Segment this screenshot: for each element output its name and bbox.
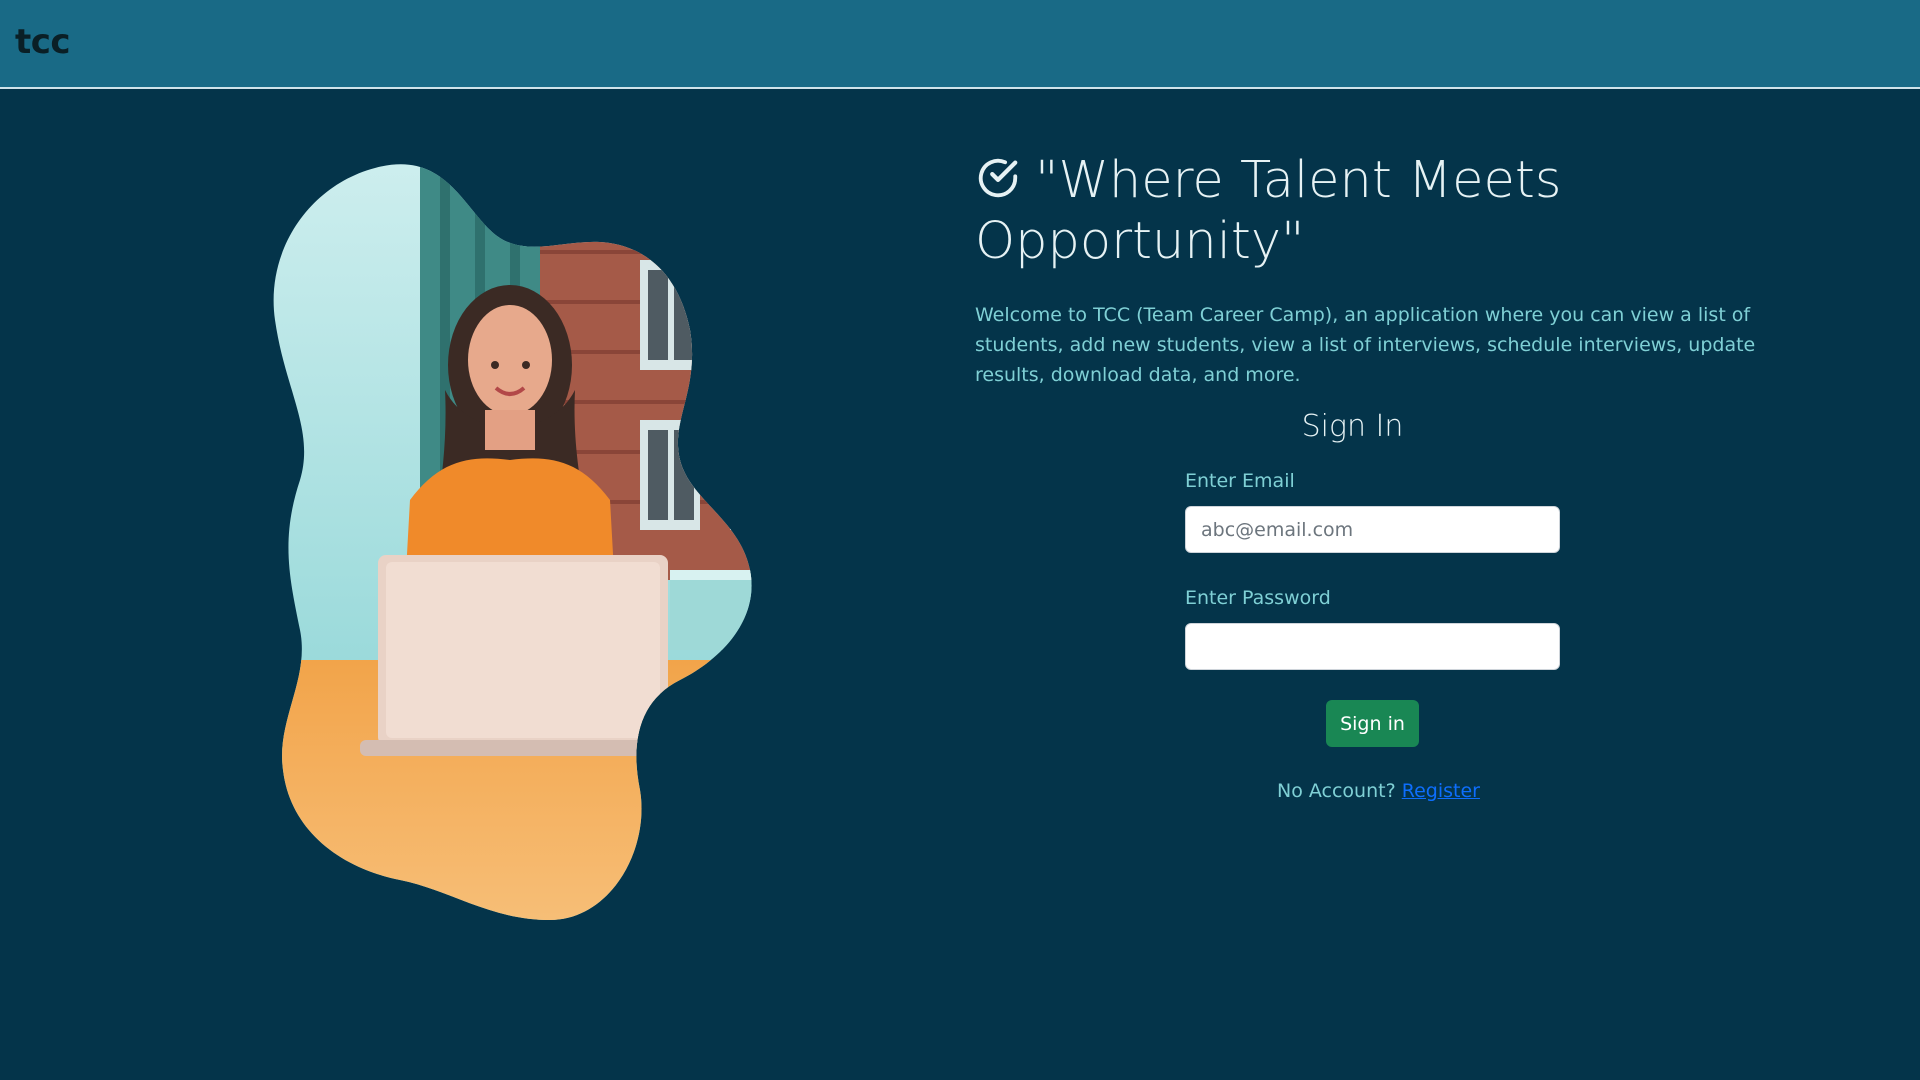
password-label: Enter Password <box>1185 587 1331 609</box>
brand-logo[interactable]: tcc <box>15 22 71 62</box>
password-field[interactable] <box>1185 623 1560 670</box>
signin-heading: Sign In <box>1301 409 1404 444</box>
check-circle-icon <box>978 158 1018 198</box>
no-account-row: No Account? Register <box>1277 780 1480 802</box>
intro-paragraph: Welcome to TCC (Team Career Camp), an ap… <box>975 304 1756 386</box>
hero-illustration <box>273 164 752 920</box>
email-label: Enter Email <box>1185 470 1295 492</box>
no-account-text: No Account? <box>1277 780 1396 802</box>
headline-text: "Where Talent Meets Opportunity" <box>975 151 1562 271</box>
email-field[interactable] <box>1185 506 1560 553</box>
register-link[interactable]: Register <box>1402 780 1480 802</box>
hero-headline: "Where Talent Meets Opportunity" <box>975 150 1755 272</box>
signin-button[interactable]: Sign in <box>1326 700 1419 747</box>
top-navbar: tcc <box>0 0 1920 89</box>
